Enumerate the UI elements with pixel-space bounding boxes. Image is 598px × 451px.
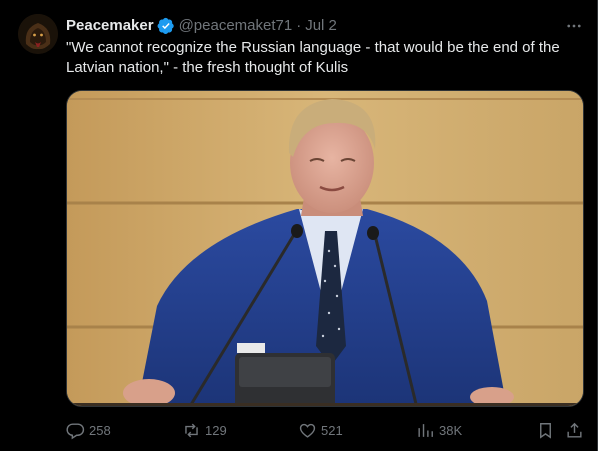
bookmark-icon <box>540 422 551 439</box>
photo-speaker-at-podium <box>67 91 583 406</box>
author-name[interactable]: Peacemaker <box>66 16 154 36</box>
avatar-image <box>18 14 58 54</box>
repost-count: 129 <box>205 422 227 438</box>
views-chart-icon <box>418 423 433 437</box>
bookmark-button[interactable] <box>536 418 555 442</box>
tweet-photo[interactable] <box>66 90 584 407</box>
views-button[interactable]: 38K <box>416 418 462 442</box>
like-button[interactable]: 521 <box>298 418 343 442</box>
tweet-actions: 258 129 521 38K <box>66 418 588 442</box>
repost-icon <box>185 423 198 437</box>
author-handle[interactable]: @peacemaket71 <box>179 16 293 36</box>
tweet-header: Peacemaker @peacemaket71 · Jul 2 <box>66 16 581 36</box>
more-options-icon <box>567 24 581 28</box>
share-button[interactable] <box>565 418 584 442</box>
reply-icon <box>66 422 85 439</box>
share-icon <box>567 422 582 438</box>
tweet-frame: Peacemaker @peacemaket71 · Jul 2 "We can… <box>0 0 598 451</box>
like-count: 521 <box>321 422 343 438</box>
views-count: 38K <box>439 422 463 438</box>
header-separator: · <box>296 17 302 34</box>
heart-icon <box>299 423 316 438</box>
avatar[interactable] <box>18 14 58 54</box>
repost-button[interactable]: 129 <box>182 418 227 442</box>
verified-badge-icon <box>157 17 175 35</box>
tweet-text: "We cannot recognize the Russian languag… <box>66 39 560 76</box>
tweet-date[interactable]: Jul 2 <box>305 16 337 36</box>
reply-count: 258 <box>89 422 111 438</box>
reply-button[interactable]: 258 <box>66 418 111 442</box>
more-options-button[interactable] <box>561 14 587 38</box>
